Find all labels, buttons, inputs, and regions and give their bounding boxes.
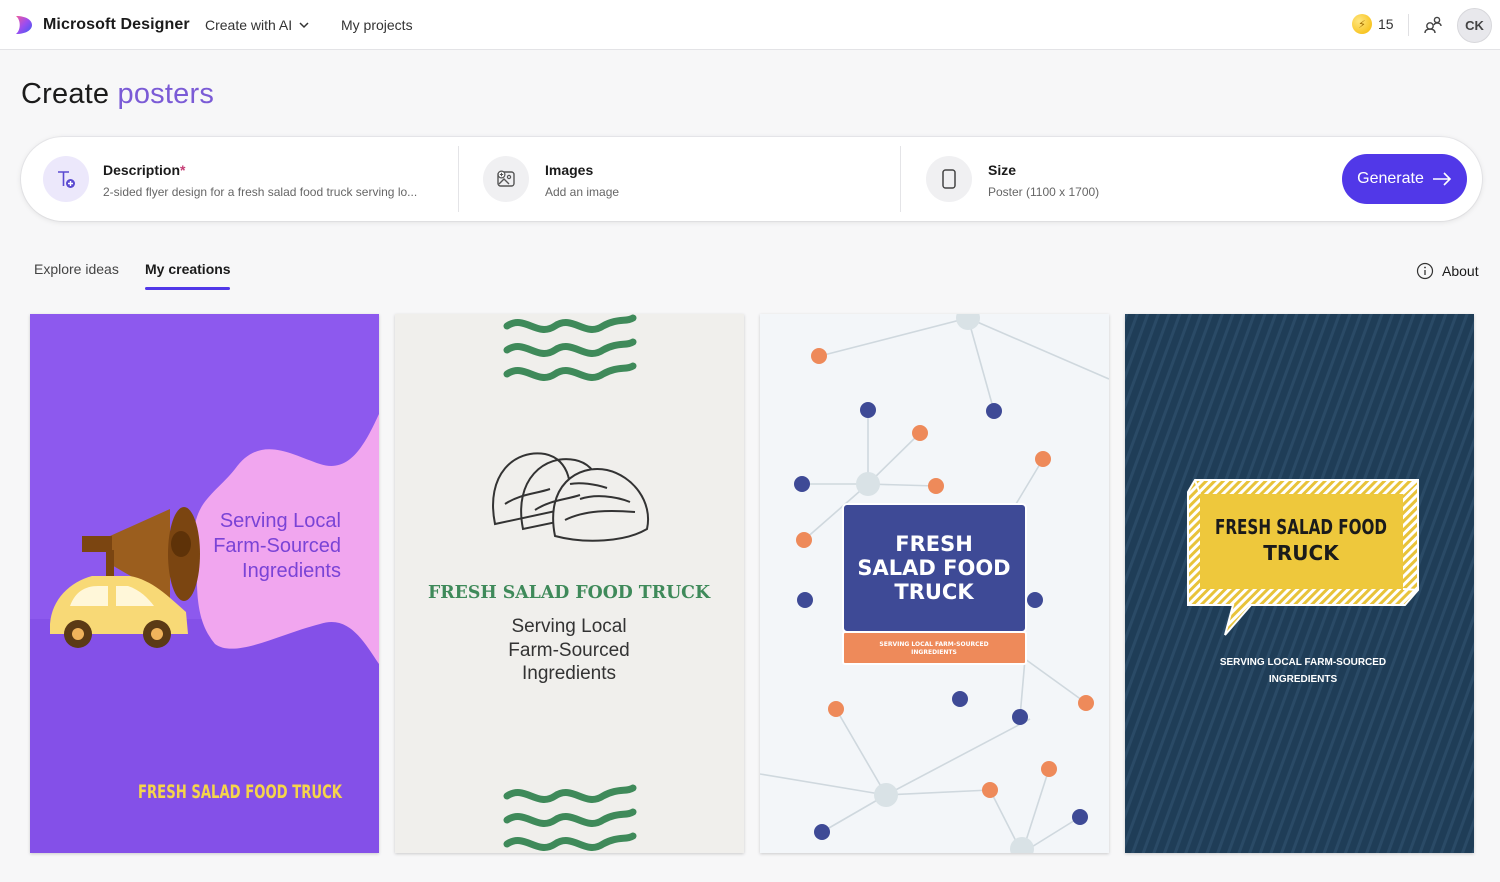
images-value: Add an image <box>545 185 620 199</box>
creation-card-3[interactable]: FRESH SALAD FOOD TRUCK SERVING LOCAL FAR… <box>760 314 1109 853</box>
poster-2-line-2: Farm-Sourced <box>508 640 629 661</box>
generate-button[interactable]: Generate <box>1342 154 1467 204</box>
description-label: Description* <box>103 162 185 178</box>
text-add-icon <box>43 156 89 202</box>
credit-coin-icon: ⚡ <box>1352 14 1372 34</box>
tab-my-creations[interactable]: My creations <box>145 261 231 277</box>
poster-2-line-3: Ingredients <box>522 663 616 684</box>
required-mark: * <box>180 162 186 178</box>
brand-name: Microsoft Designer <box>43 16 190 33</box>
creation-card-2[interactable]: FRESH SALAD FOOD TRUCK Serving Local Far… <box>395 314 744 853</box>
images-label: Images <box>545 162 594 178</box>
description-label-text: Description <box>103 162 181 178</box>
poster-2-heading: FRESH SALAD FOOD TRUCK <box>428 582 711 603</box>
size-value: Poster (1100 x 1700) <box>988 185 1100 199</box>
arrow-right-icon <box>1432 172 1451 186</box>
size-field[interactable]: Size Poster (1100 x 1700) <box>901 137 1321 221</box>
tab-explore-ideas[interactable]: Explore ideas <box>34 261 119 277</box>
poster-3-heading-1: FRESH <box>895 532 973 556</box>
active-tab-indicator <box>145 287 230 290</box>
size-label: Size <box>988 162 1017 178</box>
poster-1-line-1: Serving Local <box>220 510 341 532</box>
description-value: 2-sided flyer design for a fresh salad f… <box>103 185 418 199</box>
poster-3-artwork: FRESH SALAD FOOD TRUCK SERVING LOCAL FAR… <box>760 314 1109 853</box>
prompt-bar: Description* 2-sided flyer design for a … <box>21 137 1482 221</box>
poster-1-artwork: Serving Local Farm-Sourced Ingredients F… <box>30 314 379 853</box>
poster-3-sub-1: SERVING LOCAL FARM-SOURCED <box>879 641 988 648</box>
poster-4-heading-2: TRUCK <box>1263 541 1340 565</box>
nav-create-label: Create with AI <box>205 17 293 33</box>
poster-3-sub-2: INGREDIENTS <box>911 649 957 656</box>
poster-4-artwork: FRESH SALAD FOOD TRUCK SERVING LOCAL FAR… <box>1125 314 1474 853</box>
share-people-icon[interactable] <box>1423 15 1443 35</box>
description-field[interactable]: Description* 2-sided flyer design for a … <box>21 137 458 221</box>
credits-indicator[interactable]: ⚡ 15 <box>1352 14 1394 34</box>
top-bar: Microsoft Designer Create with AI My pro… <box>0 0 1500 50</box>
page-title-prefix: Create <box>21 78 110 110</box>
portrait-icon <box>926 156 972 202</box>
page-title-accent: posters <box>117 78 215 110</box>
brand[interactable]: Microsoft Designer <box>14 14 190 36</box>
topbar-divider <box>1408 14 1409 36</box>
creation-card-4[interactable]: FRESH SALAD FOOD TRUCK SERVING LOCAL FAR… <box>1125 314 1474 853</box>
chevron-down-icon <box>299 22 309 29</box>
generate-label: Generate <box>1357 170 1424 187</box>
poster-3-heading-2: SALAD FOOD <box>857 556 1010 580</box>
about-link[interactable]: About <box>1416 262 1479 280</box>
poster-4-heading-1: FRESH SALAD FOOD <box>1215 515 1387 539</box>
nav-create-with-ai[interactable]: Create with AI <box>205 17 310 33</box>
poster-2-line-1: Serving Local <box>511 616 626 637</box>
poster-3-heading-3: TRUCK <box>894 580 974 604</box>
credits-count: 15 <box>1378 16 1394 32</box>
poster-1-line-3: Ingredients <box>242 560 341 582</box>
image-add-icon <box>483 156 529 202</box>
info-icon <box>1416 262 1434 280</box>
poster-1-heading: FRESH SALAD FOOD TRUCK <box>138 781 343 803</box>
nav-my-projects[interactable]: My projects <box>341 17 413 33</box>
designer-logo-icon <box>16 16 32 34</box>
poster-2-artwork: FRESH SALAD FOOD TRUCK Serving Local Far… <box>395 314 744 853</box>
poster-4-sub-1: SERVING LOCAL FARM-SOURCED <box>1220 657 1386 668</box>
images-field[interactable]: Images Add an image <box>459 137 900 221</box>
about-label: About <box>1442 263 1479 279</box>
poster-1-line-2: Farm-Sourced <box>213 535 341 557</box>
poster-4-sub-2: INGREDIENTS <box>1269 674 1338 685</box>
creation-card-1[interactable]: Serving Local Farm-Sourced Ingredients F… <box>30 314 379 853</box>
page-title: Create posters <box>21 78 214 111</box>
avatar[interactable]: CK <box>1457 8 1492 43</box>
